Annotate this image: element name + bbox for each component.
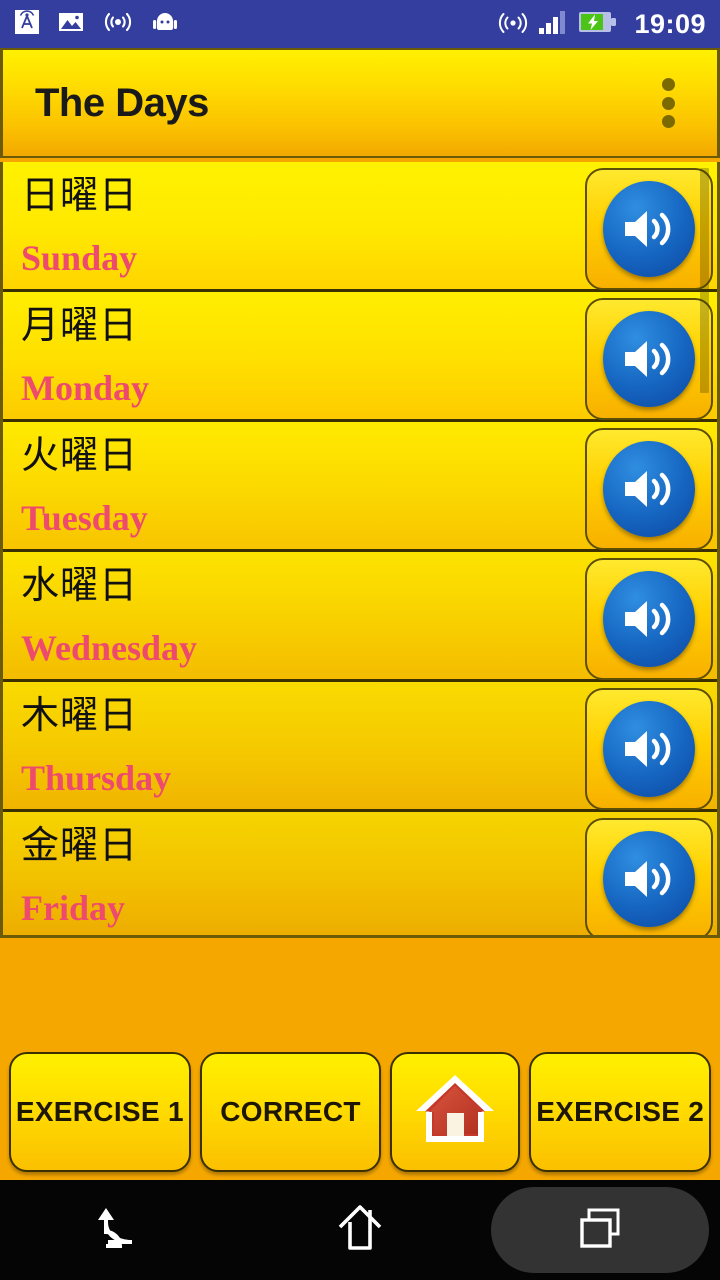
list-item-text: 金曜日 Friday bbox=[3, 826, 563, 926]
back-icon bbox=[92, 1202, 148, 1259]
page-title: The Days bbox=[35, 80, 209, 125]
speaker-button[interactable] bbox=[585, 428, 713, 550]
english-label: Tuesday bbox=[21, 497, 148, 538]
nav-home-button[interactable] bbox=[240, 1180, 480, 1280]
english-label: Friday bbox=[21, 887, 125, 928]
speaker-icon bbox=[603, 571, 695, 667]
exercise-1-label: EXERCISE 1 bbox=[15, 1096, 184, 1127]
bottom-button-bar: EXERCISE 1 CORRECT EXERCISE 2 bbox=[0, 1052, 720, 1172]
app-title-bar: The Days bbox=[0, 48, 720, 158]
exercise-1-button[interactable]: EXERCISE 1 bbox=[9, 1052, 191, 1172]
nav-back-button[interactable] bbox=[0, 1180, 240, 1280]
english-label: Thursday bbox=[21, 757, 172, 798]
japanese-label: 木曜日 bbox=[21, 692, 139, 737]
list-item[interactable]: 月曜日 Monday bbox=[3, 292, 717, 422]
speaker-button[interactable] bbox=[585, 298, 713, 420]
english-label: Sunday bbox=[21, 237, 138, 278]
cast-tower-icon bbox=[14, 9, 40, 40]
list-item-text: 月曜日 Monday bbox=[3, 306, 563, 406]
status-bar: 19:09 bbox=[0, 0, 720, 48]
overflow-dot bbox=[661, 78, 675, 91]
speaker-icon bbox=[603, 441, 695, 537]
days-list[interactable]: 日曜日 Sunday 月曜日 Monday 火曜日 Tuesday 水曜日 We… bbox=[0, 162, 720, 938]
japanese-label: 火曜日 bbox=[21, 432, 139, 477]
japanese-label: 日曜日 bbox=[21, 172, 139, 217]
exercise-2-label: EXERCISE 2 bbox=[536, 1096, 705, 1127]
house-icon bbox=[412, 1070, 498, 1155]
speaker-icon bbox=[603, 831, 695, 927]
overflow-menu-icon[interactable] bbox=[653, 74, 683, 132]
speaker-icon bbox=[603, 701, 695, 797]
list-item-text: 木曜日 Thursday bbox=[3, 696, 563, 796]
nav-recents-highlight bbox=[491, 1187, 709, 1273]
android-navigation-bar bbox=[0, 1180, 720, 1280]
english-label: Monday bbox=[21, 367, 150, 408]
list-item[interactable]: 金曜日 Friday bbox=[3, 812, 717, 935]
correct-label: CORRECT bbox=[220, 1096, 361, 1127]
english-label: Wednesday bbox=[21, 627, 198, 668]
speaker-button[interactable] bbox=[585, 168, 713, 290]
home-icon bbox=[334, 1200, 386, 1261]
speaker-button[interactable] bbox=[585, 688, 713, 810]
correct-button[interactable]: CORRECT bbox=[199, 1052, 382, 1172]
home-button[interactable] bbox=[390, 1052, 521, 1172]
japanese-label: 月曜日 bbox=[21, 302, 139, 347]
list-item[interactable]: 火曜日 Tuesday bbox=[3, 422, 717, 552]
japanese-label: 水曜日 bbox=[21, 562, 139, 607]
list-item-text: 日曜日 Sunday bbox=[3, 176, 563, 276]
list-scrollbar[interactable] bbox=[700, 168, 709, 393]
wireless-waves-icon bbox=[102, 9, 134, 40]
list-item[interactable]: 日曜日 Sunday bbox=[3, 162, 717, 292]
speaker-button[interactable] bbox=[585, 558, 713, 680]
picture-icon bbox=[58, 9, 84, 40]
list-item[interactable]: 水曜日 Wednesday bbox=[3, 552, 717, 682]
status-bar-clock: 19:09 bbox=[634, 8, 706, 39]
android-robot-icon bbox=[152, 9, 178, 40]
status-bar-left-icons bbox=[14, 9, 178, 40]
list-item-text: 水曜日 Wednesday bbox=[3, 566, 563, 666]
wifi-icon bbox=[498, 8, 528, 41]
overflow-dot bbox=[661, 96, 675, 110]
speaker-icon bbox=[603, 181, 695, 277]
speaker-button[interactable] bbox=[585, 818, 713, 935]
app-screen: 19:09 The Days 日曜日 Sunday 月曜日 Monday 火曜日… bbox=[0, 0, 720, 1280]
list-item-text: 火曜日 Tuesday bbox=[3, 436, 563, 536]
exercise-2-button[interactable]: EXERCISE 2 bbox=[529, 1052, 712, 1172]
status-bar-right-icons: 19:09 bbox=[498, 8, 706, 41]
speaker-icon bbox=[603, 311, 695, 407]
recents-icon bbox=[576, 1204, 624, 1257]
battery-charging-icon bbox=[578, 9, 618, 40]
signal-bars-icon bbox=[538, 8, 568, 41]
japanese-label: 金曜日 bbox=[21, 822, 139, 867]
list-item[interactable]: 木曜日 Thursday bbox=[3, 682, 717, 812]
overflow-dot bbox=[661, 115, 675, 128]
nav-recents-button[interactable] bbox=[480, 1180, 720, 1280]
